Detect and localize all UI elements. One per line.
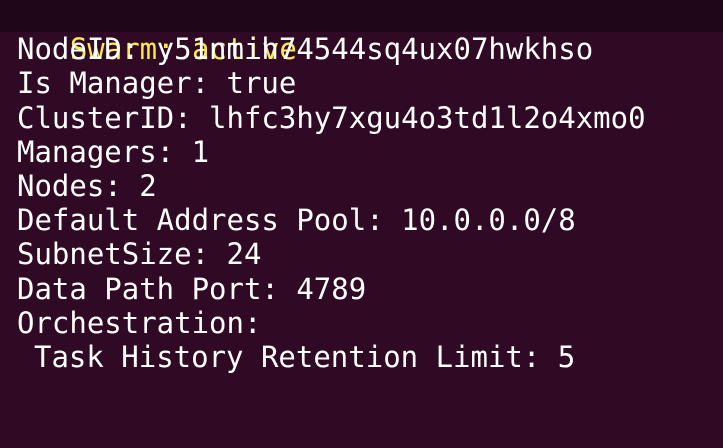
subnet-size-line: SubnetSize: 24 <box>17 237 262 272</box>
managers-line: Managers: 1 <box>17 134 210 169</box>
nodes-line: Nodes: 2 <box>17 168 157 203</box>
task-history-retention-line: Task History Retention Limit: 5 <box>34 339 576 374</box>
is-manager-line: Is Manager: true <box>17 66 297 101</box>
data-path-port-line: Data Path Port: 4789 <box>17 271 367 306</box>
swarm-status-row: Swarm: active <box>0 0 723 66</box>
orchestration-line: Orchestration: <box>17 305 262 340</box>
node-id-line: NodeID: y51nmih74544sq4ux07hwkhso <box>17 32 594 67</box>
cluster-id-line: ClusterID: lhfc3hy7xgu4o3td1l2o4xmo0 <box>17 100 646 135</box>
default-address-pool-line: Default Address Pool: 10.0.0.0/8 <box>17 203 576 238</box>
terminal-output: Swarm: active NodeID: y51nmih74544sq4ux0… <box>0 0 723 374</box>
